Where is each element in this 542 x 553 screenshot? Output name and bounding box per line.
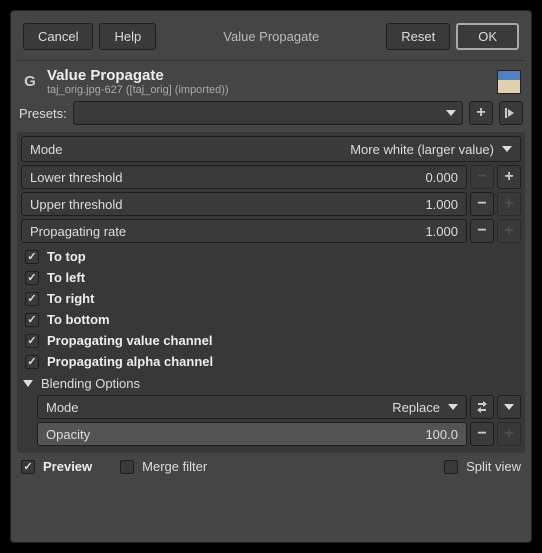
- to-left-checkbox[interactable]: [25, 271, 39, 285]
- propagating-rate-value: 1.000: [425, 224, 458, 239]
- propagating-rate-minus-button[interactable]: −: [470, 219, 494, 243]
- value-propagate-dialog: Cancel Help Value Propagate Reset OK G V…: [10, 10, 532, 543]
- to-top-label: To top: [47, 249, 86, 264]
- merge-filter-label: Merge filter: [142, 459, 207, 474]
- propagating-rate-label: Propagating rate: [30, 224, 126, 239]
- split-view-checkbox[interactable]: [444, 460, 458, 474]
- presets-manage-button[interactable]: [499, 101, 523, 125]
- opacity-value: 100.0: [425, 427, 458, 442]
- blending-options-toggle[interactable]: Blending Options: [21, 372, 521, 395]
- preview-checkbox[interactable]: [21, 460, 35, 474]
- lower-threshold-minus-button[interactable]: −: [470, 165, 494, 189]
- blend-mode-value: Replace: [392, 400, 440, 415]
- lower-threshold-plus-button[interactable]: +: [497, 165, 521, 189]
- dialog-button-row: Cancel Help Value Propagate Reset OK: [17, 17, 525, 61]
- ok-button[interactable]: OK: [456, 23, 519, 50]
- cancel-button[interactable]: Cancel: [23, 23, 93, 50]
- to-top-checkbox[interactable]: [25, 250, 39, 264]
- mode-label: Mode: [30, 142, 63, 157]
- chevron-down-icon: [502, 146, 512, 152]
- content-panel: Mode More white (larger value) Lower thr…: [17, 132, 525, 453]
- blend-mode-swap-button[interactable]: [470, 395, 494, 419]
- gimp-icon: G: [21, 73, 39, 91]
- opacity-slider[interactable]: Opacity 100.0: [37, 422, 467, 446]
- upper-threshold-minus-button[interactable]: −: [470, 192, 494, 216]
- propagating-alpha-label: Propagating alpha channel: [47, 354, 213, 369]
- reset-button[interactable]: Reset: [386, 23, 450, 50]
- dialog-subtitle: taj_orig.jpg-627 ([taj_orig] (imported)): [47, 84, 489, 96]
- to-left-label: To left: [47, 270, 85, 285]
- to-bottom-label: To bottom: [47, 312, 110, 327]
- propagating-value-checkbox[interactable]: [25, 334, 39, 348]
- opacity-label: Opacity: [46, 427, 90, 442]
- preview-label: Preview: [43, 459, 92, 474]
- image-thumbnail[interactable]: [497, 70, 521, 94]
- lower-threshold-label: Lower threshold: [30, 170, 123, 185]
- chevron-down-icon: [446, 110, 456, 116]
- footer-row: Preview Merge filter Split view: [17, 453, 525, 476]
- blend-mode-label: Mode: [46, 400, 79, 415]
- upper-threshold-value: 1.000: [425, 197, 458, 212]
- expand-icon: [23, 380, 33, 387]
- upper-threshold-plus-button[interactable]: +: [497, 192, 521, 216]
- dialog-header: G Value Propagate taj_orig.jpg-627 ([taj…: [17, 61, 525, 98]
- propagating-value-label: Propagating value channel: [47, 333, 212, 348]
- dialog-title: Value Propagate: [47, 67, 489, 84]
- presets-label: Presets:: [19, 106, 67, 121]
- to-bottom-checkbox[interactable]: [25, 313, 39, 327]
- opacity-plus-button[interactable]: +: [497, 422, 521, 446]
- propagating-alpha-checkbox[interactable]: [25, 355, 39, 369]
- presets-row: Presets: +: [17, 98, 525, 128]
- split-view-label: Split view: [466, 459, 521, 474]
- to-right-label: To right: [47, 291, 94, 306]
- blending-options-title: Blending Options: [41, 376, 140, 391]
- mode-dropdown[interactable]: Mode More white (larger value): [21, 136, 521, 162]
- propagating-rate-input[interactable]: Propagating rate 1.000: [21, 219, 467, 243]
- presets-add-button[interactable]: +: [469, 101, 493, 125]
- to-right-checkbox[interactable]: [25, 292, 39, 306]
- lower-threshold-value: 0.000: [425, 170, 458, 185]
- opacity-minus-button[interactable]: −: [470, 422, 494, 446]
- propagating-rate-plus-button[interactable]: +: [497, 219, 521, 243]
- lower-threshold-input[interactable]: Lower threshold 0.000: [21, 165, 467, 189]
- mode-value: More white (larger value): [350, 142, 494, 157]
- chevron-down-icon: [448, 404, 458, 410]
- chevron-down-icon: [504, 404, 514, 410]
- blend-mode-dropdown[interactable]: Mode Replace: [37, 395, 467, 419]
- presets-dropdown[interactable]: [73, 101, 463, 125]
- help-button[interactable]: Help: [99, 23, 156, 50]
- merge-filter-checkbox[interactable]: [120, 460, 134, 474]
- blend-mode-menu-button[interactable]: [497, 395, 521, 419]
- upper-threshold-input[interactable]: Upper threshold 1.000: [21, 192, 467, 216]
- dialog-breadcrumb: Value Propagate: [162, 23, 380, 50]
- upper-threshold-label: Upper threshold: [30, 197, 123, 212]
